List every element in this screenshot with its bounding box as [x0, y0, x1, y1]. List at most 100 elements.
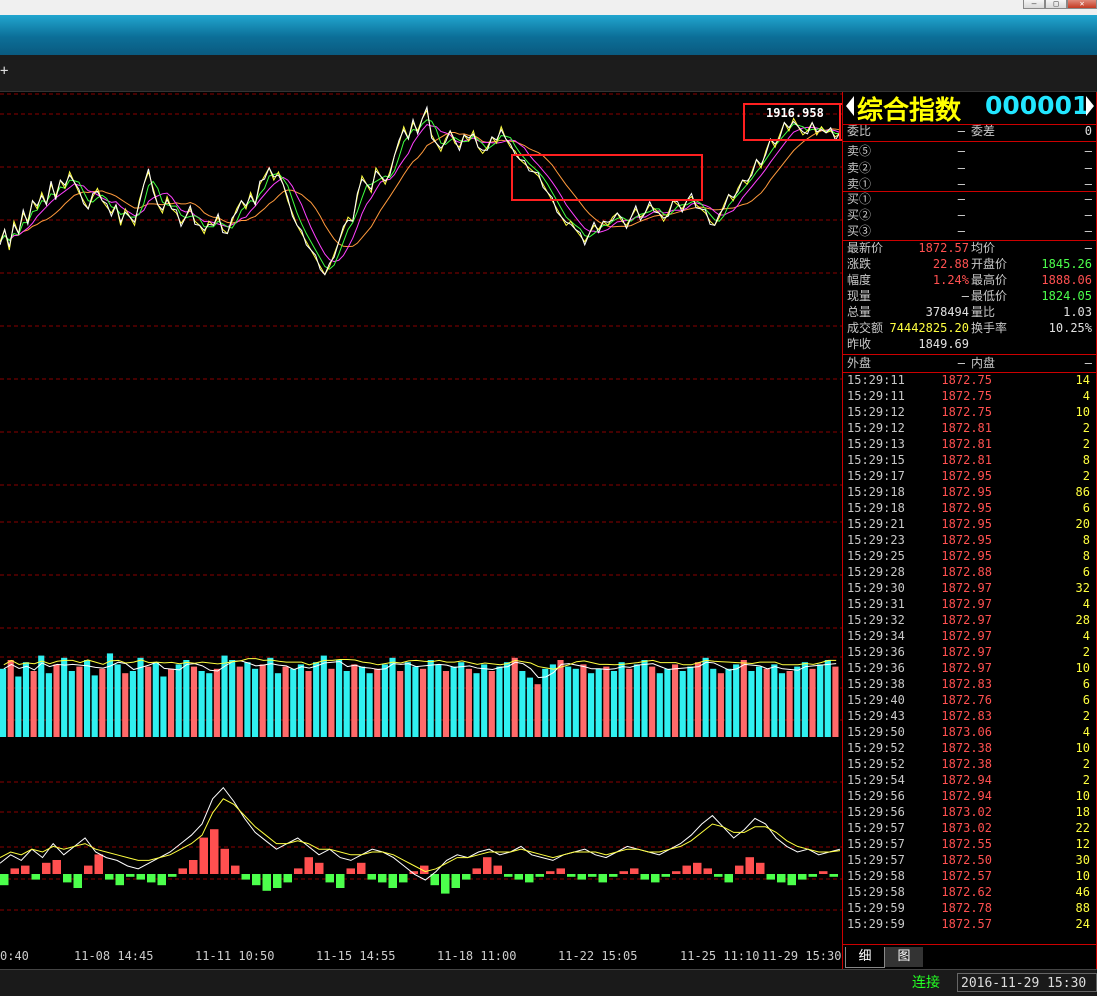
macd-bar — [735, 865, 744, 874]
volume-bar — [122, 673, 129, 737]
volume-bar — [374, 668, 381, 737]
tick-volume: 46 — [1075, 885, 1090, 899]
tick-time: 15:29:34 — [847, 629, 905, 643]
macd-bar — [73, 874, 82, 888]
macd-bar — [483, 857, 492, 874]
stat-value: 1.24% — [932, 273, 969, 287]
macd-bar — [325, 874, 334, 883]
volume-bar — [412, 666, 419, 737]
tick-row: 15:29:12 1872.75 10 — [843, 404, 1096, 420]
tick-price: 1872.94 — [941, 789, 992, 803]
minimize-button[interactable]: – — [1023, 0, 1045, 9]
tick-time: 15:29:12 — [847, 421, 905, 435]
volume-bar — [526, 677, 534, 737]
price-peak-label: 1916.958 — [766, 106, 824, 120]
volume-bar — [717, 673, 724, 737]
stat-value: 1849.69 — [918, 337, 969, 351]
macd-bar — [63, 874, 72, 883]
tick-volume: 8 — [1082, 549, 1090, 563]
tick-price: 1872.78 — [941, 901, 992, 915]
volume-bar — [358, 666, 366, 737]
x-tick-label: 11-25 11:10 — [680, 949, 760, 963]
tick-row: 15:29:52 1872.38 2 — [843, 756, 1096, 772]
close-button[interactable]: ✕ — [1067, 0, 1097, 9]
stat-row: 现量 — 最低价 1824.05 — [843, 288, 1096, 304]
tick-row: 15:29:31 1872.97 4 — [843, 596, 1096, 612]
macd-bar — [157, 874, 166, 886]
ask-level-label: 卖② — [847, 160, 872, 175]
stat-row: 总量 378494 量比 1.03 — [843, 304, 1096, 320]
tick-volume: 2 — [1082, 469, 1090, 483]
tick-price: 1872.88 — [941, 565, 992, 579]
volume-bar — [259, 664, 266, 737]
volume-bar — [137, 657, 144, 737]
volume-bar — [114, 664, 121, 737]
connection-status[interactable]: 连接 — [912, 972, 940, 992]
stat-value: — — [961, 289, 969, 303]
volume-bar — [76, 666, 83, 737]
volume-bar — [175, 664, 182, 737]
macd-bar — [598, 874, 607, 883]
next-stock-arrow-icon[interactable] — [1086, 96, 1094, 116]
tab-detail[interactable]: 细 — [845, 947, 885, 968]
macd-bar — [0, 874, 9, 886]
volume-bar — [504, 662, 511, 737]
macd-bar — [682, 865, 691, 874]
volume-bar — [740, 660, 747, 737]
maximize-button[interactable]: □ — [1045, 0, 1067, 9]
macd-bar — [609, 874, 618, 877]
macd-bar — [577, 874, 586, 880]
macd-bar — [514, 874, 523, 880]
weibi-row: 委比 — 委差 0 — [843, 123, 1096, 139]
tick-row: 15:29:18 1872.95 6 — [843, 500, 1096, 516]
tick-volume: 4 — [1082, 629, 1090, 643]
highlight-box — [511, 154, 703, 201]
stat-label: 成交额 — [847, 321, 884, 335]
volume-bar — [190, 666, 198, 737]
stat-value: 22.88 — [932, 257, 969, 271]
macd-bar — [241, 874, 250, 880]
tick-row: 15:29:40 1872.76 6 — [843, 692, 1096, 708]
volume-bar — [488, 671, 495, 737]
kline-chart[interactable]: 1916.958 — [0, 92, 842, 945]
tick-price: 1872.97 — [941, 613, 992, 627]
tick-row: 15:29:18 1872.95 86 — [843, 484, 1096, 500]
macd-bar — [525, 874, 534, 883]
volume-bar — [7, 660, 14, 737]
tick-time: 15:29:59 — [847, 901, 905, 915]
stat-row: 幅度 1.24% 最高价 1888.06 — [843, 272, 1096, 288]
volume-bar — [61, 657, 68, 737]
volume-bar — [99, 668, 106, 737]
x-axis: 0:40 11-08 14:45 11-11 10:50 11-15 14:55… — [0, 945, 842, 969]
ask-row: 卖⑤ — — — [843, 143, 1096, 159]
panel-tabs: 细 图 — [843, 944, 1096, 969]
bid-price: — — [957, 192, 965, 206]
tick-volume: 86 — [1075, 485, 1090, 499]
volume-bar — [420, 668, 427, 737]
menu-toggle-icon[interactable]: + — [0, 63, 8, 79]
macd-bar — [399, 874, 408, 883]
volume-bar — [557, 660, 564, 737]
tick-time: 15:29:17 — [847, 469, 905, 483]
tab-chart[interactable]: 图 — [885, 947, 923, 967]
tick-row: 15:29:43 1872.83 2 — [843, 708, 1096, 724]
tick-volume: 2 — [1082, 437, 1090, 451]
tick-time: 15:29:28 — [847, 565, 905, 579]
ma-long-line — [0, 128, 841, 248]
status-datetime: 2016-11-29 15:30 — [957, 973, 1097, 992]
waipan-row: 外盘 — 内盘 — — [843, 355, 1096, 371]
macd-bar — [21, 865, 30, 874]
stat-label: 涨跌 — [847, 257, 872, 271]
x-tick-label: 11-08 14:45 — [74, 949, 154, 963]
tick-volume: 8 — [1082, 533, 1090, 547]
neipan-value: — — [1084, 356, 1092, 370]
volume-bar — [496, 666, 503, 737]
bid-volume: — — [1084, 208, 1092, 222]
macd-bar — [52, 860, 61, 874]
tick-volume: 4 — [1082, 725, 1090, 739]
prev-stock-arrow-icon[interactable] — [846, 96, 854, 116]
macd-bar — [388, 874, 397, 888]
volume-bar — [397, 671, 404, 737]
macd-bar — [651, 874, 660, 883]
volume-bar — [198, 671, 205, 737]
